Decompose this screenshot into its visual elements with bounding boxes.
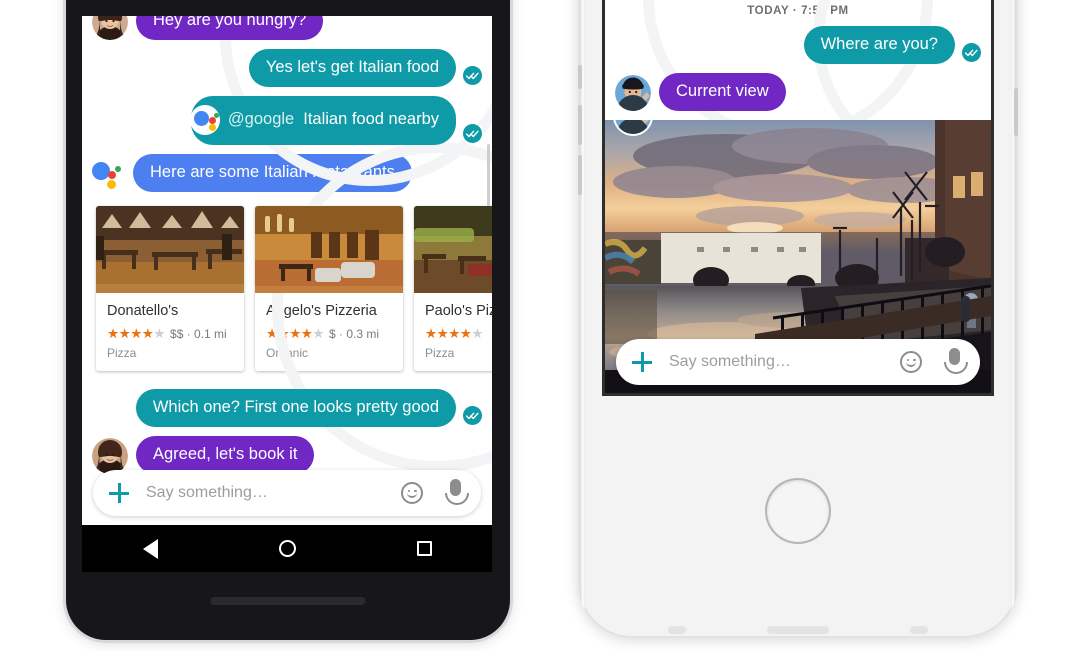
google-assistant-icon: [92, 158, 126, 192]
rating-stars: ★★★★★: [266, 325, 325, 341]
android-navigation-bar: [82, 525, 492, 572]
message-bubble-mention[interactable]: @google Italian food nearby: [189, 95, 456, 145]
avatar: [92, 16, 128, 40]
home-circle-icon[interactable]: [278, 540, 296, 557]
delivered-check-icon: [463, 405, 482, 425]
rating-stars: ★★★★★: [425, 325, 484, 341]
restaurant-category: Pizza: [107, 345, 137, 360]
mention-token: @google: [227, 110, 295, 129]
message-row: Where are you?: [605, 26, 991, 64]
mention-query: Italian food nearby: [303, 110, 439, 129]
delivered-check-icon: [463, 65, 482, 85]
restaurant-category: Organic: [266, 345, 309, 360]
message-input[interactable]: Say something…: [146, 484, 401, 502]
iphone-speaker-grill-right: [910, 626, 928, 634]
message-input-bar[interactable]: Say something…: [616, 339, 980, 385]
iphone-frame: TODAY · 7:52 PM Where are you? Current v…: [578, 0, 1018, 638]
microphone-icon[interactable]: [445, 479, 469, 507]
back-triangle-icon[interactable]: [142, 538, 158, 559]
restaurant-photo: [255, 205, 403, 293]
android-speaker-grill: [210, 597, 366, 605]
iphone-speaker-grill-left: [668, 626, 686, 634]
restaurant-card-carousel[interactable]: Donatello's ★★★★★ $$ · 0.1 mi Pizza Ange…: [82, 202, 492, 381]
screenshot-stage: Hey are you hungry? Yes let's get Italia…: [0, 0, 1086, 652]
restaurant-meta: ★★★★★ $$ · 0.1 mi: [96, 326, 244, 346]
android-phone-frame: Hey are you hungry? Yes let's get Italia…: [66, 0, 510, 640]
iphone-mute-switch: [578, 65, 582, 89]
iphone-home-button[interactable]: [767, 480, 829, 542]
message-bubble[interactable]: Which one? First one looks pretty good: [135, 388, 456, 427]
restaurant-photo: [414, 205, 492, 293]
restaurant-price-distance: $$ · 0.1 mi: [170, 326, 227, 341]
allo-conversation-ios: TODAY · 7:52 PM Where are you? Current v…: [605, 0, 991, 393]
recents-square-icon[interactable]: [416, 541, 432, 556]
message-bubble[interactable]: Hey are you hungry?: [136, 16, 324, 40]
rating-stars: ★★★★★: [107, 325, 166, 341]
plus-icon[interactable]: [632, 352, 652, 372]
restaurant-price-distance: $ · 0.3 mi: [329, 326, 380, 341]
message-bubble[interactable]: Current view: [659, 72, 786, 111]
avatar: [92, 437, 128, 474]
microphone-icon[interactable]: [944, 348, 968, 376]
delivered-check-icon: [463, 123, 482, 143]
delivered-check-icon: [962, 42, 981, 62]
conversation-timestamp: TODAY · 7:52 PM: [747, 5, 849, 17]
message-row: @google Italian food nearby: [82, 95, 492, 145]
restaurant-photo: [96, 205, 244, 293]
iphone-power-button: [1014, 88, 1018, 136]
allo-conversation-android: Hey are you hungry? Yes let's get Italia…: [82, 16, 492, 524]
restaurant-card[interactable]: Paolo's Pizzeria ★★★★★ Pizza: [414, 205, 492, 371]
message-bubble[interactable]: Here are some Italian restaurants: [133, 153, 412, 192]
restaurant-name: Paolo's Pizzeria: [425, 302, 492, 319]
avatar: [615, 74, 651, 111]
iphone-screen: TODAY · 7:52 PM Where are you? Current v…: [605, 0, 991, 393]
google-assistant-icon: [189, 104, 220, 135]
iphone-volume-up-button: [578, 105, 582, 145]
restaurant-card[interactable]: Donatello's ★★★★★ $$ · 0.1 mi Pizza: [96, 205, 244, 371]
message-input-bar[interactable]: Say something…: [93, 470, 481, 516]
message-input[interactable]: Say something…: [669, 353, 900, 371]
restaurant-meta: ★★★★★ $ · 0.3 mi: [255, 326, 403, 346]
plus-icon[interactable]: [109, 483, 129, 503]
message-row: Current view: [605, 72, 991, 111]
message-row: Which one? First one looks pretty good: [82, 388, 492, 427]
android-screen: Hey are you hungry? Yes let's get Italia…: [82, 16, 492, 538]
iphone-volume-down-button: [578, 155, 582, 195]
message-row: Yes let's get Italian food: [82, 48, 492, 87]
iphone-screen-bezel: TODAY · 7:52 PM Where are you? Current v…: [602, 0, 994, 396]
message-bubble[interactable]: Agreed, let's book it: [136, 435, 315, 474]
message-bubble[interactable]: Yes let's get Italian food: [248, 48, 456, 87]
restaurant-meta: ★★★★★: [414, 326, 492, 346]
message-row: Agreed, let's book it: [82, 435, 492, 474]
emoji-icon[interactable]: [900, 351, 922, 373]
message-row: Hey are you hungry?: [82, 16, 492, 40]
restaurant-name: Donatello's: [107, 302, 179, 319]
iphone-lightning-port: [767, 626, 829, 634]
message-row-assistant: Here are some Italian restaurants: [82, 153, 492, 192]
emoji-icon[interactable]: [401, 482, 423, 504]
restaurant-name: Angelo's Pizzeria: [266, 302, 377, 319]
restaurant-card[interactable]: Angelo's Pizzeria ★★★★★ $ · 0.3 mi Organ…: [255, 205, 403, 371]
restaurant-category: Pizza: [425, 345, 455, 360]
message-bubble[interactable]: Where are you?: [803, 26, 955, 64]
